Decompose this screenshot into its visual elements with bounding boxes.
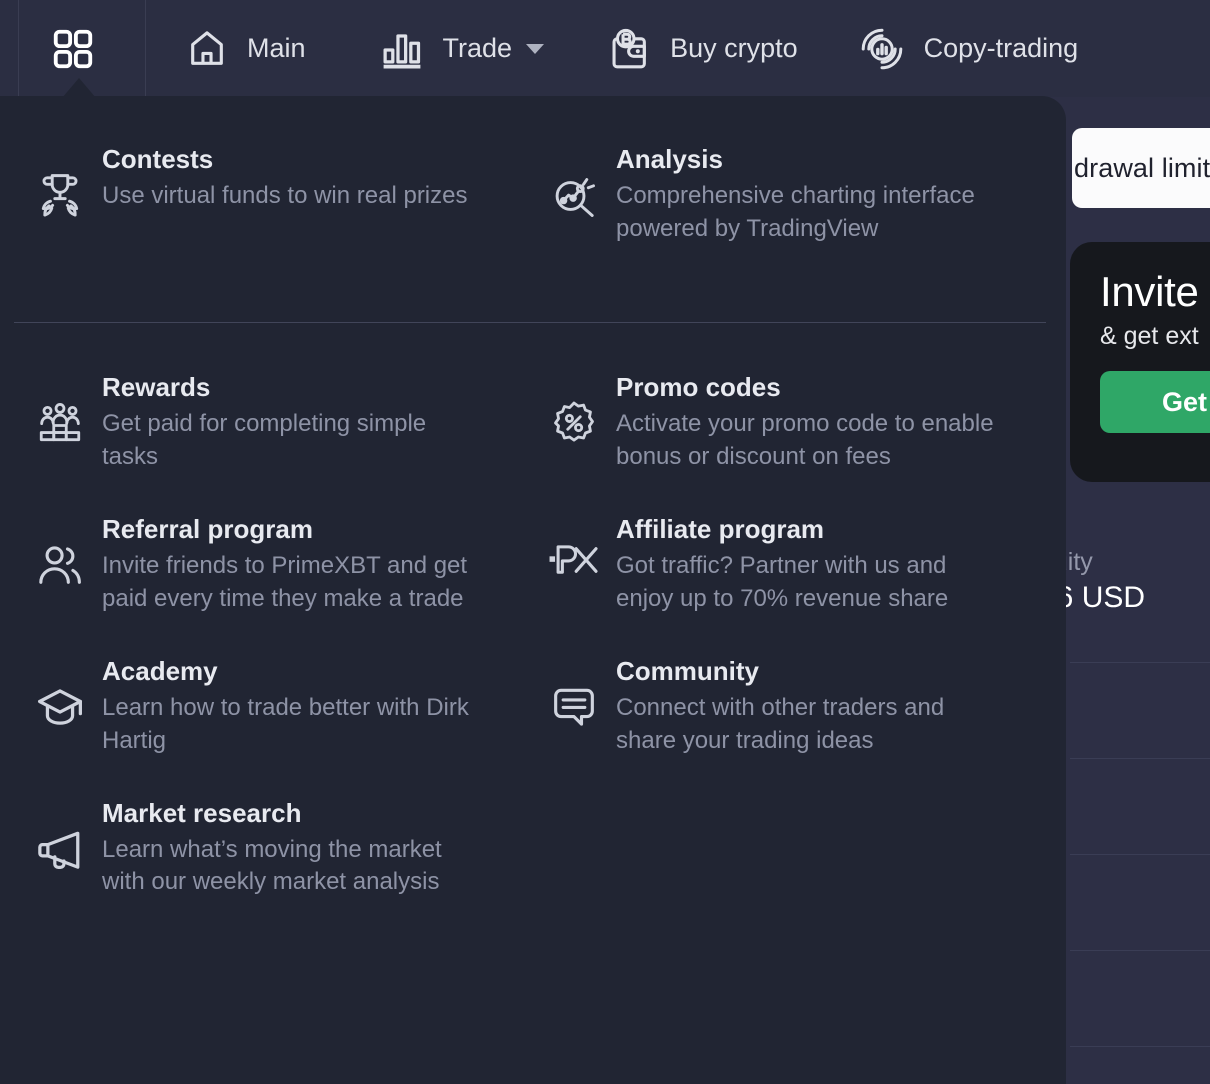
menu-item-title: Affiliate program [616, 514, 824, 544]
table-row[interactable] [1070, 758, 1210, 854]
chevron-down-icon[interactable] [526, 44, 544, 54]
menu-item-affiliate-program[interactable]: Affiliate program Got traffic? Partner w… [532, 514, 1046, 615]
withdrawal-limit-banner: drawal limit [1072, 128, 1210, 208]
menu-item-description: Invite friends to PrimeXBT and get paid … [102, 550, 502, 615]
nav-item-buy-crypto[interactable]: Buy crypto [606, 0, 798, 97]
speech-bubble-icon [532, 656, 616, 732]
menu-item-description: Get paid for completing simple tasks [102, 408, 447, 473]
bar-chart-icon [379, 26, 425, 72]
menu-item-title: Promo codes [616, 372, 781, 402]
nav-item-main[interactable]: Main [185, 0, 306, 97]
menu-item-referral-program[interactable]: Referral program Invite friends to Prime… [18, 514, 532, 615]
menu-item-academy[interactable]: Academy Learn how to trade better with D… [18, 656, 532, 757]
nav-item-buy-crypto-label: Buy crypto [670, 33, 798, 64]
percent-badge-icon [532, 372, 616, 448]
table-row[interactable] [1070, 1046, 1210, 1084]
app-root: drawal limit Invite & get ext Get R quit… [0, 0, 1210, 1084]
nav-item-trade-label: Trade [443, 33, 513, 64]
menu-item-description: Comprehensive charting interface powered… [616, 180, 1008, 245]
menu-item-description: Got traffic? Partner with us and enjoy u… [616, 550, 1008, 615]
menu-item-description: Activate your promo code to enable bonus… [616, 408, 1008, 473]
menu-item-description: Use virtual funds to win real prizes [102, 180, 467, 212]
dropdown-section-bottom: Rewards Get paid for completing simple t… [18, 322, 1046, 899]
nav-item-trade[interactable]: Trade [379, 0, 545, 97]
top-navigation-bar: Main Trade [0, 0, 1210, 97]
menu-item-title: Market research [102, 798, 301, 828]
table-row[interactable] [1070, 950, 1210, 1046]
nav-item-copy-trading[interactable]: Copy-trading [858, 0, 1079, 97]
dropdown-section-top: Contests Use virtual funds to win real p… [18, 96, 1046, 322]
menu-item-rewards[interactable]: Rewards Get paid for completing simple t… [18, 372, 532, 473]
menu-item-description: Connect with other traders and share you… [616, 692, 1008, 757]
menu-item-title: Academy [102, 656, 218, 686]
menu-item-analysis[interactable]: Analysis Comprehensive charting interfac… [532, 144, 1046, 245]
podium-icon [18, 372, 102, 448]
megaphone-icon [18, 798, 102, 876]
invite-promo-card: Invite & get ext Get R [1070, 242, 1210, 482]
primexbt-px-icon [532, 514, 616, 580]
users-icon [18, 514, 102, 590]
grid-apps-icon [50, 26, 96, 72]
apps-dropdown-panel: Contests Use virtual funds to win real p… [0, 96, 1066, 1084]
menu-item-description: Learn how to trade better with Dirk Hart… [102, 692, 482, 757]
menu-item-community[interactable]: Community Connect with other traders and… [532, 656, 1046, 757]
graduation-cap-icon [18, 656, 102, 734]
menu-item-description: Learn what’s moving the market with our … [102, 834, 462, 899]
table-row[interactable] [1070, 854, 1210, 950]
menu-item-contests[interactable]: Contests Use virtual funds to win real p… [18, 144, 532, 245]
wallet-bitcoin-icon [606, 26, 652, 72]
home-icon [185, 27, 229, 71]
withdrawal-limit-text: drawal limit [1074, 153, 1210, 184]
chart-magnifier-icon [532, 144, 616, 222]
menu-item-title: Referral program [102, 514, 313, 544]
trophy-icon [18, 144, 102, 222]
menu-item-title: Community [616, 656, 759, 686]
invite-card-title: Invite [1100, 270, 1210, 314]
account-table [1070, 662, 1210, 1084]
invite-card-subtitle: & get ext [1100, 322, 1210, 351]
menu-item-title: Contests [102, 144, 213, 174]
menu-item-promo-codes[interactable]: Promo codes Activate your promo code to … [532, 372, 1046, 473]
get-reward-button[interactable]: Get R [1100, 371, 1210, 433]
menu-item-title: Analysis [616, 144, 723, 174]
table-row[interactable] [1070, 662, 1210, 758]
menu-item-market-research[interactable]: Market research Learn what’s moving the … [18, 798, 532, 899]
copy-trading-circle-icon [858, 25, 906, 73]
active-tab-pointer [62, 78, 96, 98]
nav-item-main-label: Main [247, 33, 306, 64]
nav-item-copy-trading-label: Copy-trading [924, 33, 1079, 64]
menu-item-title: Rewards [102, 372, 210, 402]
